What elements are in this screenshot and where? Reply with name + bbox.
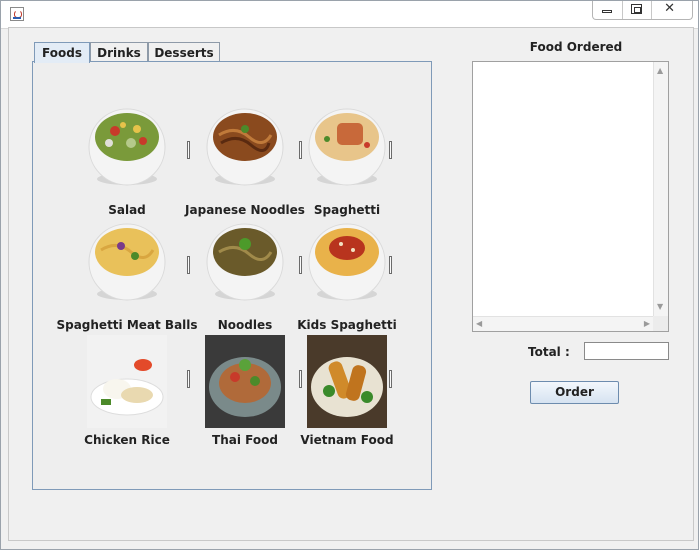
- tab-drinks[interactable]: Drinks: [90, 42, 148, 63]
- total-label: Total :: [528, 345, 570, 359]
- total-field[interactable]: [584, 342, 669, 360]
- spaghetti-meat-balls-image[interactable]: [87, 214, 167, 307]
- vietnam-food-image[interactable]: [307, 335, 387, 428]
- spaghetti-image[interactable]: [307, 99, 387, 192]
- minimize-icon: [602, 10, 612, 13]
- tab-desserts[interactable]: Desserts: [148, 42, 220, 63]
- thai-food-quantity-spinner[interactable]: [299, 370, 302, 388]
- scroll-left-icon[interactable]: ◀: [476, 319, 482, 329]
- thai-food-label: Thai Food: [212, 433, 278, 447]
- java-app-icon: [10, 7, 24, 21]
- spaghetti-quantity-spinner[interactable]: [389, 141, 392, 159]
- scroll-down-icon[interactable]: ▼: [657, 302, 663, 312]
- tab-foods[interactable]: Foods: [34, 42, 90, 63]
- salad-quantity-spinner[interactable]: [187, 141, 190, 159]
- scroll-up-icon[interactable]: ▲: [657, 66, 663, 76]
- vietnam-food-quantity-spinner[interactable]: [389, 370, 392, 388]
- title-bar: ✕: [1, 1, 698, 29]
- chicken-rice-quantity-spinner[interactable]: [187, 370, 190, 388]
- spaghetti-meat-balls-quantity-spinner[interactable]: [187, 256, 190, 274]
- order-button[interactable]: Order: [530, 381, 619, 404]
- noodles-label: Noodles: [217, 318, 273, 332]
- spaghetti-meat-balls-label: Spaghetti Meat Balls: [56, 318, 198, 332]
- chicken-rice-label: Chicken Rice: [84, 433, 170, 447]
- kids-spaghetti-image[interactable]: [307, 214, 387, 307]
- window-controls: ✕: [592, 1, 693, 20]
- maximize-button[interactable]: [623, 1, 653, 19]
- vertical-scrollbar[interactable]: ▲ ▼: [653, 62, 668, 316]
- noodles-quantity-spinner[interactable]: [299, 256, 302, 274]
- minimize-button[interactable]: [593, 1, 623, 19]
- vietnam-food-label: Vietnam Food: [300, 433, 394, 447]
- japanese-noodles-quantity-spinner[interactable]: [299, 141, 302, 159]
- food-ordered-title: Food Ordered: [529, 40, 623, 54]
- close-icon: ✕: [664, 1, 675, 16]
- thai-food-image[interactable]: [205, 335, 285, 428]
- close-button[interactable]: ✕: [652, 1, 692, 19]
- restore-icon: [630, 4, 642, 14]
- salad-image[interactable]: [87, 99, 167, 192]
- scroll-right-icon[interactable]: ▶: [644, 319, 650, 329]
- horizontal-scrollbar[interactable]: ◀ ▶: [473, 316, 653, 331]
- kids-spaghetti-quantity-spinner[interactable]: [389, 256, 392, 274]
- japanese-noodles-image[interactable]: [205, 99, 285, 192]
- scroll-corner: [653, 316, 668, 331]
- food-ordered-textarea[interactable]: ▲ ▼ ◀ ▶: [472, 61, 669, 332]
- noodles-image[interactable]: [205, 214, 285, 307]
- kids-spaghetti-label: Kids Spaghetti: [297, 318, 397, 332]
- chicken-rice-image[interactable]: [87, 335, 167, 428]
